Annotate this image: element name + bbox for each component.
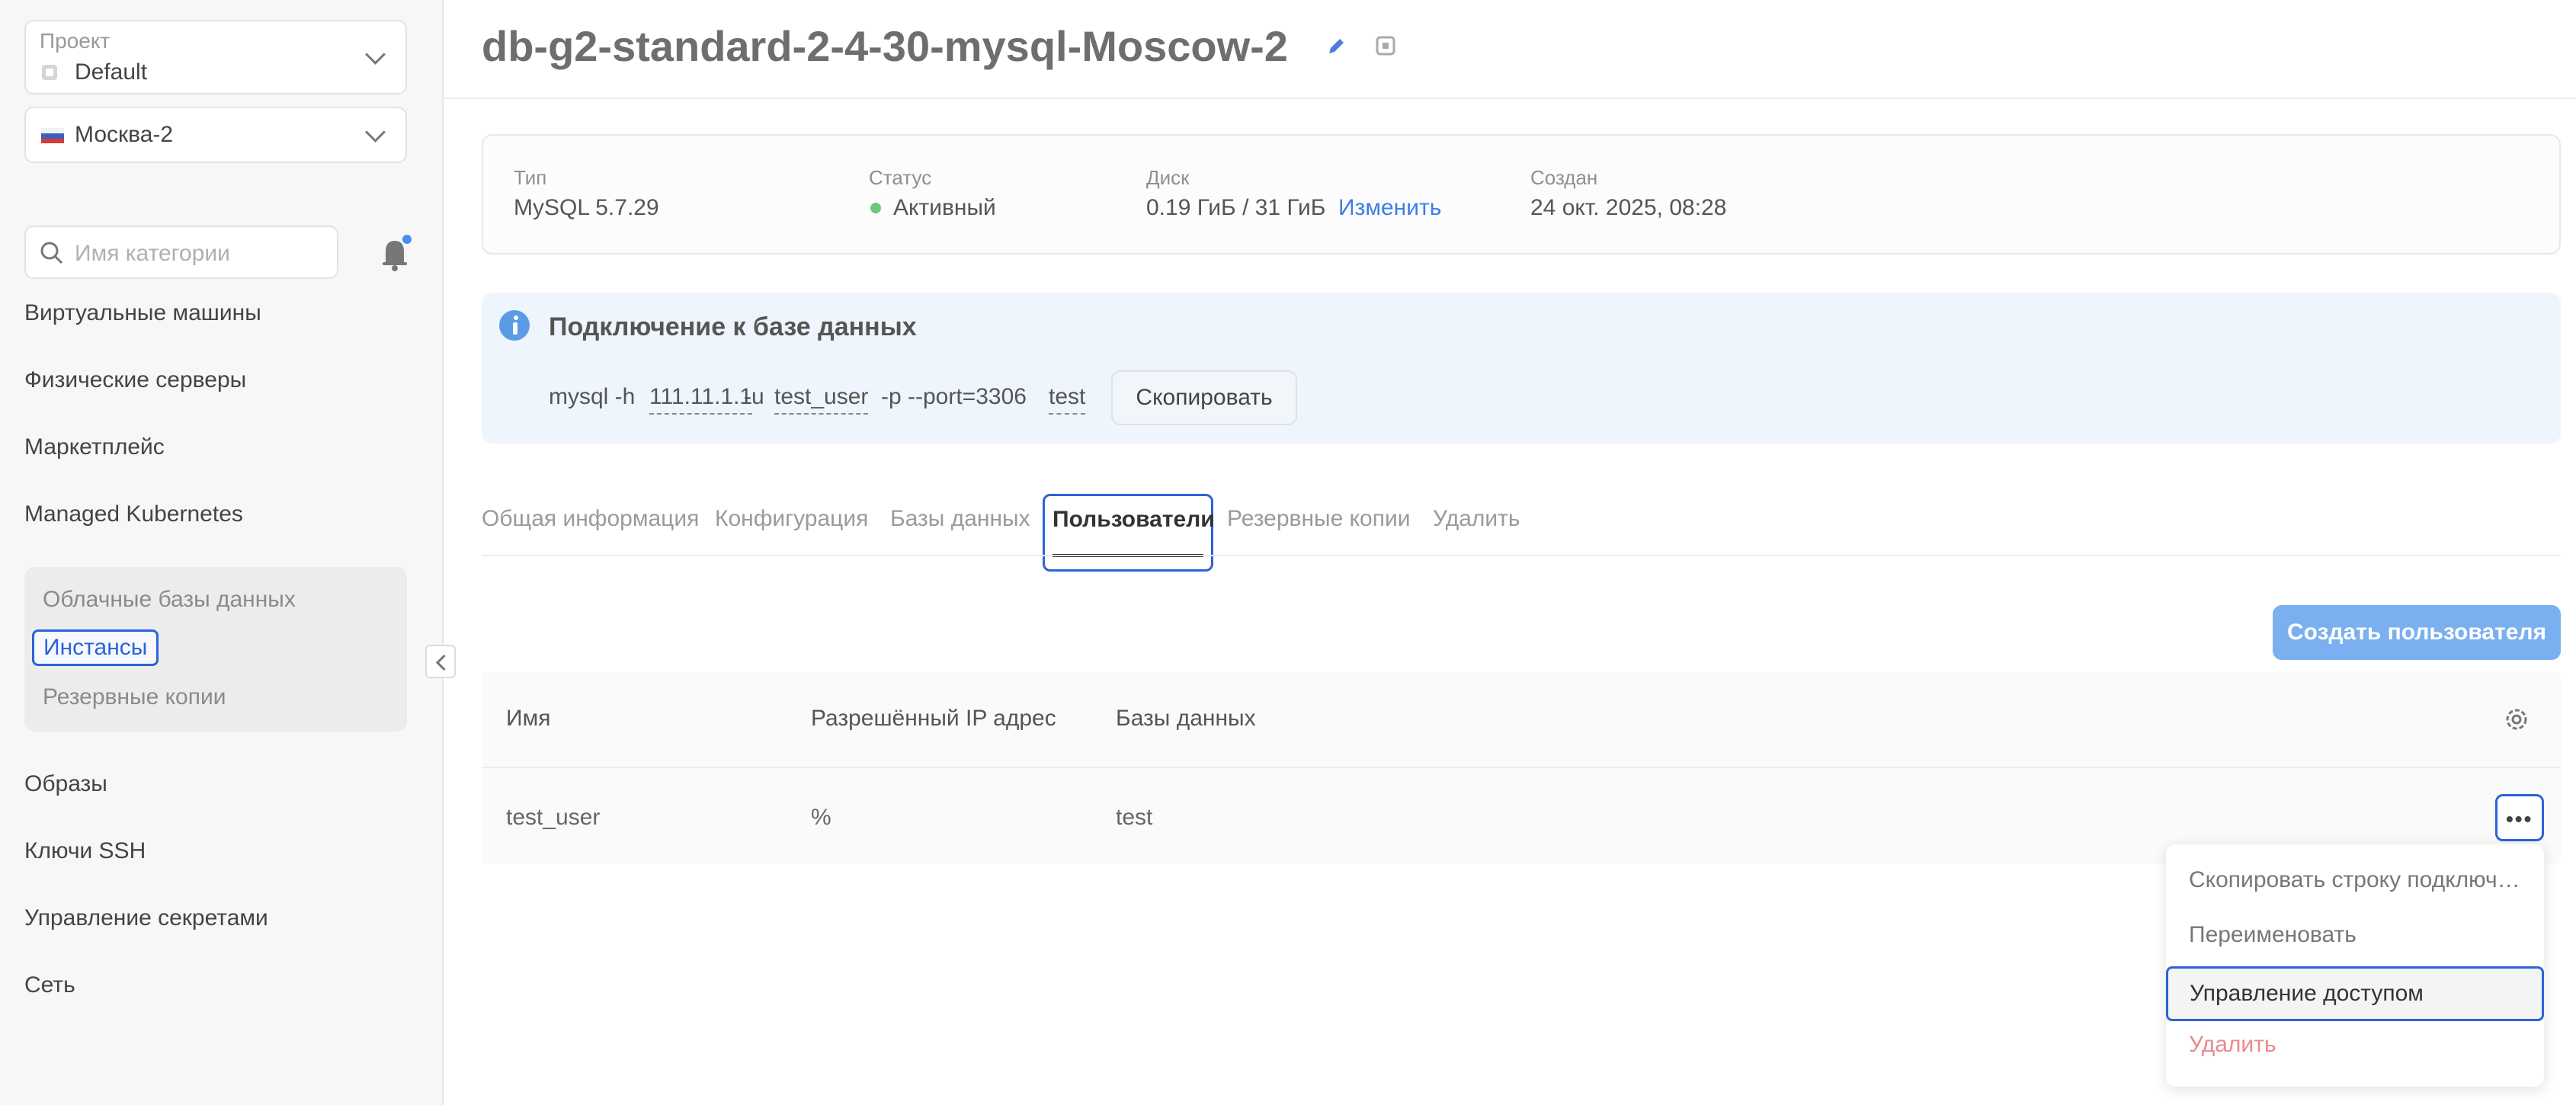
project-label: Проект xyxy=(40,29,111,53)
menu-manage-access[interactable]: Управление доступом xyxy=(2166,966,2544,1021)
status-dot-icon xyxy=(870,203,881,213)
nav-backups[interactable]: Резервные копии xyxy=(43,684,226,710)
connection-panel: Подключение к базе данных mysql -h 111.1… xyxy=(482,293,2561,444)
region-value: Москва-2 xyxy=(75,122,174,147)
cmd-host[interactable]: 111.11.1.1 xyxy=(649,384,753,415)
nav-secrets[interactable]: Управление секретами xyxy=(24,905,268,931)
type-label: Тип xyxy=(514,166,547,189)
disk-value: 0.19 ГиБ / 31 ГиБ xyxy=(1146,195,1326,220)
sidebar: Проект Default Москва-2 Виртуальные маши… xyxy=(0,0,444,1105)
nav-managed-kubernetes[interactable]: Managed Kubernetes xyxy=(24,501,243,527)
table-row-divider xyxy=(482,767,2561,768)
disk-label: Диск xyxy=(1146,166,1190,189)
created-value: 24 окт. 2025, 08:28 xyxy=(1530,195,1727,220)
type-value: MySQL 5.7.29 xyxy=(514,195,659,220)
nav-network[interactable]: Сеть xyxy=(24,972,75,998)
tabs-divider xyxy=(482,555,2561,556)
chevron-left-icon xyxy=(435,654,453,671)
nav-ssh-keys[interactable]: Ключи SSH xyxy=(24,838,146,864)
users-table: Имя Разрешённый IP адрес Базы данных tes… xyxy=(482,672,2561,864)
project-select[interactable]: Проект Default xyxy=(24,20,407,94)
status-label: Статус xyxy=(869,166,932,189)
search-input[interactable] xyxy=(73,236,320,271)
chevron-down-icon xyxy=(365,44,386,65)
tab-users-label: Пользователи xyxy=(1053,507,1215,532)
cell-databases: test xyxy=(1116,805,1153,830)
tab-general[interactable]: Общая информация xyxy=(482,506,699,532)
cell-ip: % xyxy=(811,805,831,830)
nav-physical-servers[interactable]: Физические серверы xyxy=(24,367,246,393)
russia-flag-icon xyxy=(41,128,64,143)
cloud-db-group: Облачные базы данных Инстансы Резервные … xyxy=(24,567,407,732)
tab-delete[interactable]: Удалить xyxy=(1433,506,1520,532)
nav-instances[interactable]: Инстансы xyxy=(32,629,159,666)
copy-button[interactable]: Скопировать xyxy=(1111,370,1297,425)
page-title: db-g2-standard-2-4-30-mysql-Moscow-2 xyxy=(482,22,1288,70)
tab-users[interactable]: Пользователи xyxy=(1043,494,1215,572)
project-icon xyxy=(42,65,57,80)
cmd-prefix: mysql -h xyxy=(549,384,636,409)
menu-delete[interactable]: Удалить xyxy=(2189,1032,2524,1058)
category-search[interactable] xyxy=(24,226,338,279)
menu-rename[interactable]: Переименовать xyxy=(2189,922,2524,948)
cmd-port: -p --port=3306 xyxy=(881,384,1027,409)
instance-info-card: Тип MySQL 5.7.29 Статус Активный Диск 0.… xyxy=(482,134,2561,255)
disk-change-link[interactable]: Изменить xyxy=(1338,195,1441,221)
row-actions-menu: Скопировать строку подключения Переимено… xyxy=(2166,844,2544,1087)
status-value: Активный xyxy=(893,195,996,220)
info-icon xyxy=(499,310,530,341)
col-databases: Базы данных xyxy=(1116,706,1256,731)
more-icon: ••• xyxy=(2506,807,2533,831)
menu-copy-connection[interactable]: Скопировать строку подключения xyxy=(2189,867,2524,893)
cell-name: test_user xyxy=(506,805,601,830)
nav-marketplace[interactable]: Маркетплейс xyxy=(24,434,165,460)
tab-databases[interactable]: Базы данных xyxy=(890,506,1030,532)
nav-virtual-machines[interactable]: Виртуальные машины xyxy=(24,300,261,326)
bell-icon xyxy=(383,235,412,271)
tab-backups[interactable]: Резервные копии xyxy=(1227,506,1411,532)
cmd-user-flag: -u xyxy=(744,384,764,409)
col-ip: Разрешённый IP адрес xyxy=(811,706,1056,731)
edit-icon[interactable] xyxy=(1326,35,1347,56)
search-icon xyxy=(40,242,63,264)
created-label: Создан xyxy=(1530,166,1598,189)
create-user-button[interactable]: Создать пользователя xyxy=(2273,605,2561,660)
col-name: Имя xyxy=(506,706,551,731)
collapse-sidebar-button[interactable] xyxy=(425,645,456,678)
nav-cloud-databases[interactable]: Облачные базы данных xyxy=(43,587,296,613)
chevron-down-icon xyxy=(365,122,386,143)
header-divider xyxy=(444,98,2576,99)
project-value: Default xyxy=(75,59,148,85)
tab-configuration[interactable]: Конфигурация xyxy=(715,506,868,532)
cmd-db[interactable]: test xyxy=(1049,384,1086,415)
row-actions-button[interactable]: ••• xyxy=(2495,794,2544,841)
id-icon[interactable] xyxy=(1375,35,1396,56)
notifications-button[interactable] xyxy=(378,232,415,280)
cmd-user[interactable]: test_user xyxy=(774,384,869,415)
nav-images[interactable]: Образы xyxy=(24,771,107,797)
connection-title: Подключение к базе данных xyxy=(549,312,917,341)
menu-manage-access-label: Управление доступом xyxy=(2190,981,2424,1006)
region-select[interactable]: Москва-2 xyxy=(24,107,407,163)
gear-icon[interactable] xyxy=(2501,704,2532,735)
